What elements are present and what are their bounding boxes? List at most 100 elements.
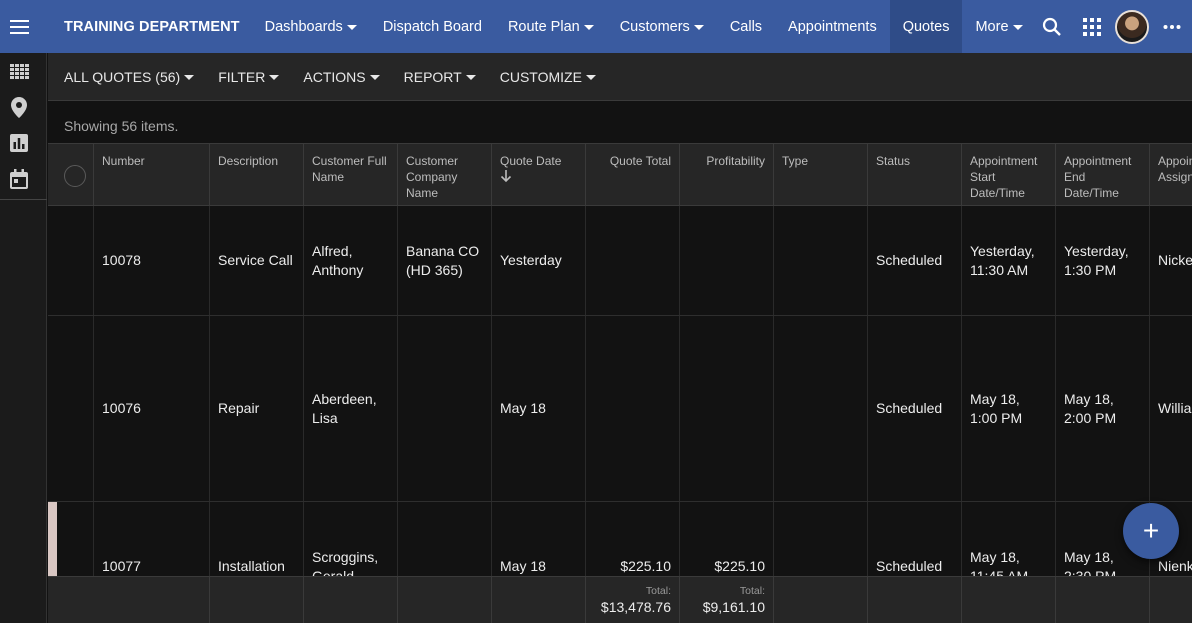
cell-assigned: Nicke (1150, 206, 1192, 315)
nav-label: Calls (729, 18, 763, 35)
footer-cell (962, 577, 1056, 623)
cell-appt-end: May 18, 2:00 PM (1056, 316, 1150, 501)
location-pin-icon[interactable] (0, 89, 38, 125)
column-header-label: Quote Date (500, 154, 562, 168)
nav-quotes[interactable]: Quotes (889, 0, 963, 53)
table-row[interactable]: 10078 Service Call Alfred, Anthony Banan… (48, 206, 1192, 316)
more-horizontal-icon[interactable] (1152, 0, 1192, 53)
select-all-cell (48, 144, 94, 206)
cell-number: 10078 (94, 206, 210, 315)
column-header-label: Appointment Start Date/Time (970, 154, 1038, 200)
nav-label: Route Plan (507, 18, 580, 35)
nav-label: Customers (619, 18, 690, 35)
report-label: REPORT (403, 68, 462, 85)
rail-divider (0, 199, 47, 200)
total-label: Total: (739, 585, 765, 597)
chevron-down-icon (269, 75, 280, 80)
chevron-down-icon (465, 75, 476, 80)
list-toolbar: ALL QUOTES (56) FILTER ACTIONS REPORT CU… (48, 53, 1192, 101)
cell-number: 10076 (94, 316, 210, 501)
actions-dropdown[interactable]: ACTIONS (303, 68, 380, 85)
chevron-down-icon (585, 75, 596, 80)
column-header-appointment-assigned[interactable]: Appoint Assign (1150, 144, 1192, 206)
column-header-label: Number (102, 154, 145, 168)
nav-customers[interactable]: Customers (607, 0, 717, 53)
footer-cell (398, 577, 492, 623)
filter-dropdown[interactable]: FILTER (218, 68, 280, 85)
column-header-quote-total[interactable]: Quote Total (586, 144, 680, 206)
footer-cell (1150, 577, 1192, 623)
main-nav: Dashboards Dispatch Board Route Plan Cus… (252, 0, 1036, 53)
cell-profitability (680, 206, 774, 315)
chevron-down-icon (583, 25, 594, 30)
column-header-appointment-start[interactable]: Appointment Start Date/Time (962, 144, 1056, 206)
cell-quote-date: Yesterday (492, 206, 586, 315)
nav-dashboards[interactable]: Dashboards (252, 0, 370, 53)
actions-label: ACTIONS (303, 68, 366, 85)
customize-label: CUSTOMIZE (499, 68, 582, 85)
hamburger-menu-icon[interactable] (0, 0, 38, 53)
calendar-icon[interactable] (0, 161, 38, 197)
footer-cell (210, 577, 304, 623)
customize-dropdown[interactable]: CUSTOMIZE (500, 69, 596, 85)
cell-quote-date: May 18 (492, 316, 586, 501)
top-right-actions (1032, 0, 1192, 53)
grid-footer-totals: Total: $13,478.76 Total: $9,161.10 (48, 576, 1192, 623)
app-title[interactable]: TRAINING DEPARTMENT (64, 19, 240, 35)
chevron-down-icon (369, 75, 380, 80)
column-header-profitability[interactable]: Profitability (680, 144, 774, 206)
total-label: Total: (645, 585, 671, 597)
column-header-status[interactable]: Status (868, 144, 962, 206)
bar-chart-icon[interactable] (0, 125, 38, 161)
column-header-description[interactable]: Description (210, 144, 304, 206)
filter-label: FILTER (218, 68, 266, 85)
footer-cell (304, 577, 398, 623)
column-header-number[interactable]: Number (94, 144, 210, 206)
report-dropdown[interactable]: REPORT (404, 69, 476, 85)
add-quote-button[interactable]: + (1123, 503, 1179, 559)
column-header-customer-company-name[interactable]: Customer Company Name (398, 144, 492, 206)
search-icon[interactable] (1032, 0, 1072, 53)
column-header-quote-date[interactable]: Quote Date (492, 144, 586, 206)
nav-label: Dispatch Board (382, 18, 482, 35)
cell-quote-total (586, 316, 680, 501)
left-rail (0, 53, 47, 623)
grid-icon[interactable] (0, 53, 38, 89)
column-header-label: Appointment End Date/Time (1064, 154, 1132, 200)
cell-type (774, 206, 868, 315)
cell-company (398, 316, 492, 501)
footer-cell (48, 577, 210, 623)
cell-status: Scheduled (868, 316, 962, 501)
footer-cell (774, 577, 868, 623)
quotes-grid: Number Description Customer Full Name Cu… (48, 143, 1192, 623)
column-header-label: Description (218, 154, 279, 168)
nav-more[interactable]: More (962, 0, 1035, 53)
footer-profitability: Total: $9,161.10 (680, 577, 774, 623)
apps-grid-icon[interactable] (1072, 0, 1112, 53)
all-quotes-dropdown[interactable]: ALL QUOTES (56) (64, 69, 195, 85)
column-header-appointment-end[interactable]: Appointment End Date/Time (1056, 144, 1150, 206)
nav-calls[interactable]: Calls (717, 0, 775, 53)
cell-quote-total (586, 206, 680, 315)
nav-route-plan[interactable]: Route Plan (495, 0, 607, 53)
table-row[interactable]: 10076 Repair Aberdeen, Lisa May 18 Sched… (48, 316, 1192, 502)
footer-cell (868, 577, 962, 623)
chevron-down-icon (346, 25, 357, 30)
nav-label: More (975, 18, 1009, 35)
chevron-down-icon (184, 75, 195, 80)
column-header-label: Customer Company Name (406, 154, 459, 200)
nav-appointments[interactable]: Appointments (775, 0, 890, 53)
column-header-label: Appoint Assign (1158, 154, 1192, 184)
column-header-label: Profitability (706, 154, 765, 168)
cell-assigned: Willia Stayn (1150, 316, 1192, 501)
cell-customer: Aberdeen, Lisa (304, 316, 398, 501)
column-header-type[interactable]: Type (774, 144, 868, 206)
nav-dispatch-board[interactable]: Dispatch Board (370, 0, 495, 53)
select-all-checkbox[interactable] (64, 165, 86, 187)
avatar[interactable] (1112, 0, 1152, 53)
nav-label: Quotes (902, 18, 950, 35)
column-header-customer-full-name[interactable]: Customer Full Name (304, 144, 398, 206)
sort-descending-icon (500, 170, 512, 186)
nav-label: Dashboards (264, 18, 343, 35)
cell-description: Service Call (210, 206, 304, 315)
